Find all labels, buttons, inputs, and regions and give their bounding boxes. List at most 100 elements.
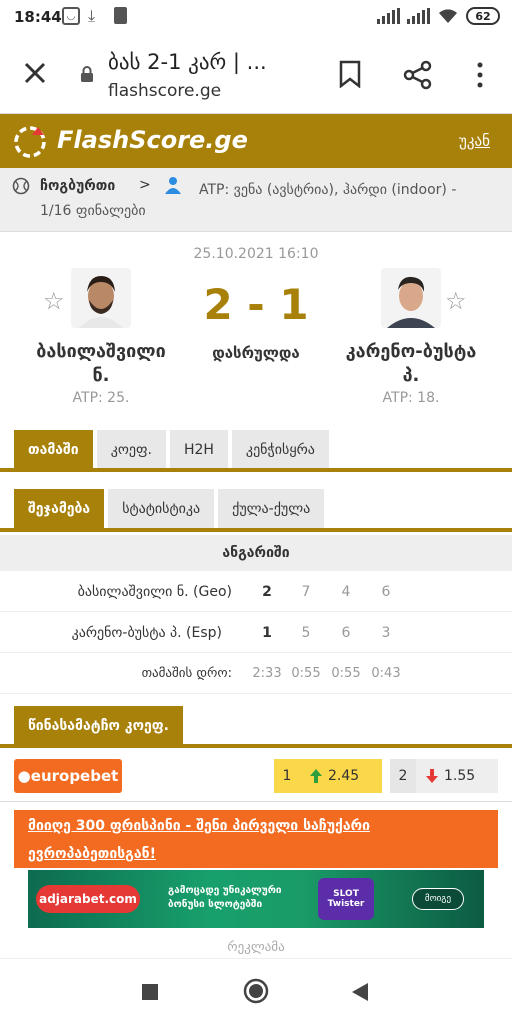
odds-underline [0,744,512,748]
row-set3: 6 [381,584,391,600]
promo-link[interactable]: მიიღე 300 ფრისპინი - შენი პირველი საჩუქა… [14,810,498,868]
status-bar: 18:44 ◡ ⤓ 62 [0,0,512,36]
tennis-ball-icon [12,177,30,195]
back-link[interactable]: უკან [459,132,490,150]
odds-row: ● europebet 1 2.45 2 1.55 [0,752,512,802]
bookmaker-logo[interactable]: ● europebet [14,759,122,793]
favorite-away-star-icon[interactable]: ☆ [445,287,467,315]
wifi-icon [439,9,457,23]
tab-point-by-point[interactable]: ქულა-ქულა [218,489,325,529]
row-team[interactable]: ბასილაშვილი ნ. (Geo) [0,584,232,600]
more-options-icon[interactable] [470,60,490,90]
browser-toolbar: ბას 2-1 კარ | ... flashscore.ge [0,36,512,114]
odd-home-value: 2.45 [328,768,360,784]
slot-twister-logo: SLOT Twister [318,878,374,920]
tab-game[interactable]: თამაში [14,430,93,470]
table-row: კარენო-ბუსტა პ. (Esp) 1 5 6 3 [0,613,512,653]
tab-odds[interactable]: კოეფ. [96,430,166,470]
breadcrumb-league[interactable]: ATP: ვენა (ავსტრია), ჰარდი (indoor) - [199,178,499,203]
lock-icon [81,66,93,82]
row-set2: 6 [341,625,351,641]
row-sets: 2 [262,584,272,600]
signal-icon [377,8,400,24]
slot-line1: SLOT [333,889,359,899]
row-set1: 5 [301,625,311,641]
breadcrumb-round[interactable]: 1/16 ფინალები [40,203,146,219]
row-set1: 7 [301,584,311,600]
row-sets: 1 [262,625,272,641]
odd-away-label: 2 [390,759,416,793]
odd-home[interactable]: 1 2.45 [274,759,382,793]
away-player-rank: ATP: 18. [382,390,440,406]
scoreboard-heading: ანგარიში [0,535,512,571]
home-player-rank: ATP: 25. [72,390,130,406]
close-icon[interactable] [22,60,48,86]
away-player-avatar[interactable] [381,268,441,328]
ad-banner[interactable]: adjarabet.com გამოცადე უნიკალური ბონუსი … [28,870,484,928]
share-icon[interactable] [403,60,433,90]
promo-line2[interactable]: ევროპაბეთისგან! [28,846,156,862]
row-team[interactable]: კარენო-ბუსტა პ. (Esp) [0,625,222,641]
bookmark-icon[interactable] [338,60,362,88]
ad-label: რეკლამა [227,940,285,955]
signal-icon-2 [407,8,430,24]
tab-h2h[interactable]: H2H [169,430,228,470]
main-tabs: თამაში კოეფ. H2H კენჭისყრა [14,430,329,470]
download-icon: ⤓ [88,6,96,25]
duration-set2: 0:55 [331,666,361,681]
notification-icons: ◡ ⤓ [62,7,127,25]
away-name-line1[interactable]: კარენო-ბუსტა [326,340,496,364]
slot-line2: Twister [327,899,365,909]
breadcrumb: ჩოგბურთი > ATP: ვენა (ავსტრია), ჰარდი (i… [0,168,512,232]
banner-text-line1: გამოცადე უნიკალური [168,885,282,896]
duration-total: 2:33 [252,666,282,681]
odd-away[interactable]: 2 1.55 [390,759,498,793]
away-player-name[interactable]: კარენო-ბუსტა პ. [326,340,496,388]
arrow-up-icon [310,769,322,783]
odd-home-value-box[interactable]: 2.45 [300,759,382,793]
system-navigation-bar [0,958,512,1024]
away-name-line2[interactable]: პ. [326,364,496,388]
battery-icon: 62 [466,7,500,25]
odd-home-label: 1 [274,759,300,793]
odd-away-value: 1.55 [444,768,476,784]
gallery-notification-icon: ◡ [62,7,80,25]
duration-label: თამაშის დრო: [141,666,232,681]
duration-set1: 0:55 [291,666,321,681]
duration-set3: 0:43 [371,666,401,681]
status-time: 18:44 [14,8,62,26]
breadcrumb-sport[interactable]: ჩოგბურთი [40,178,115,194]
site-header: FlashScore.ge უკან [0,114,512,168]
match-header: 25.10.2021 16:10 ☆ ბასილაშვილი ნ. ATP: 2… [0,232,512,422]
sub-tabs: შეჯამება სტატისტიკა ქულა-ქულა [14,489,325,529]
banner-brand[interactable]: adjarabet.com [36,885,140,913]
flashscore-logo-icon[interactable] [12,123,48,159]
odd-away-value-box[interactable]: 1.55 [416,759,498,793]
prematch-odds-title: წინასამატჩო კოეფ. [14,706,183,746]
breadcrumb-chevron-icon: > [139,177,151,193]
arrow-down-icon [426,769,438,783]
page-url[interactable]: flashscore.ge [108,81,221,101]
status-right: 62 [377,7,500,25]
banner-text-line2: ბონუსი სლოტებში [168,899,263,910]
back-triangle-icon[interactable] [351,982,369,1002]
banner-text: გამოცადე უნიკალური ბონუსი სლოტებში [168,884,282,912]
bookmaker-name[interactable]: europebet [31,767,119,785]
duration-row: თამაშის დრო: 2:33 0:55 0:55 0:43 [0,654,512,694]
tab-draw[interactable]: კენჭისყრა [231,430,329,470]
match-datetime: 25.10.2021 16:10 [193,246,319,262]
recents-square-icon[interactable] [141,983,159,1001]
promo-line1[interactable]: მიიღე 300 ფრისპინი - შენი პირველი საჩუქა… [28,818,370,834]
tab-summary[interactable]: შეჯამება [14,489,105,529]
sd-card-icon [114,7,127,24]
row-set3: 3 [381,625,391,641]
brand-name[interactable]: FlashScore.ge [57,126,248,154]
row-set2: 4 [341,584,351,600]
sub-tabs-underline [0,528,512,532]
banner-cta-button[interactable]: მოიგე [412,888,464,910]
tab-statistics[interactable]: სტატისტიკა [108,489,215,529]
table-row: ბასილაშვილი ნ. (Geo) 2 7 4 6 [0,572,512,612]
home-name-line2[interactable]: ნ. [16,364,186,388]
home-circle-icon[interactable] [243,978,269,1004]
page-title: ბას 2-1 კარ | ... [108,50,267,74]
